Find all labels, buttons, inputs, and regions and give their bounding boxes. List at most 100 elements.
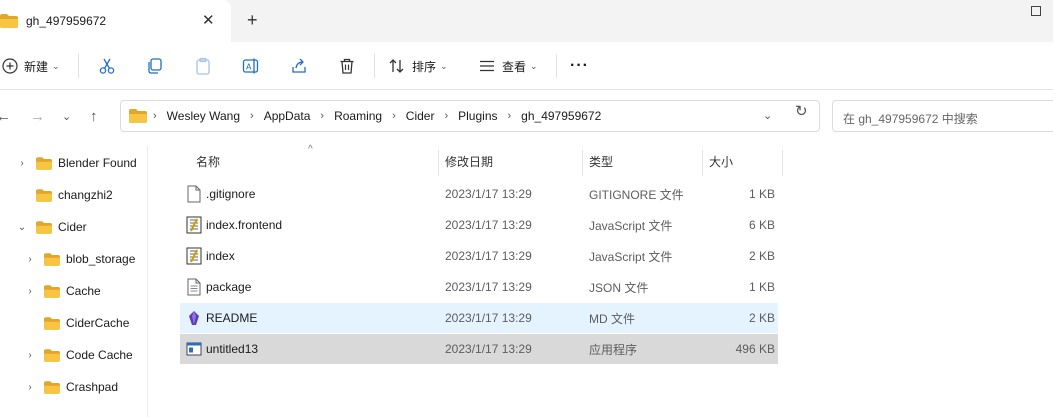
up-arrow-icon[interactable]: ↑ [90,108,98,125]
back-arrow-icon[interactable]: ← [0,108,11,125]
file-name-cell: .gitignore [186,179,255,209]
sidebar-item-label: Cache [66,284,101,298]
maximize-icon[interactable] [1031,6,1041,16]
tab-title: gh_497959672 [26,14,107,28]
column-divider[interactable] [782,150,783,176]
sidebar-item-label: CiderCache [66,316,130,330]
file-type: JavaScript 文件 [589,249,673,264]
address-bar[interactable]: › Wesley Wang › AppData › Roaming › Cide… [120,100,820,132]
new-button[interactable]: 新建 ⌄ [2,54,60,78]
trash-icon [340,58,354,74]
file-row[interactable]: index 2023/1/17 13:29 JavaScript 文件 2 KB [180,241,778,271]
address-dropdown-chevron-icon[interactable]: ⌄ [763,109,772,122]
navigation-pane: › Blender Found changzhi2 ⌄ Cider › blob… [0,146,148,417]
close-tab-icon[interactable]: ✕ [202,11,215,29]
list-view-icon [480,60,494,72]
breadcrumb-item[interactable]: Roaming [334,109,382,123]
sidebar-item-blob-storage[interactable]: › blob_storage [24,247,135,271]
sidebar-item-blender-found[interactable]: › Blender Found [16,151,136,175]
blank-file-icon [187,185,201,203]
file-row[interactable]: untitled13 2023/1/17 13:29 应用程序 496 KB [180,334,778,364]
folder-icon [36,188,52,202]
file-type: 应用程序 [589,342,638,357]
breadcrumb-separator: › [392,110,396,122]
scissors-icon [99,58,115,74]
column-header-name[interactable]: 名称 [196,146,220,176]
column-divider[interactable] [582,150,583,176]
folder-icon [44,348,60,362]
breadcrumb-item[interactable]: Plugins [458,109,497,123]
sort-arrows-icon [389,59,404,73]
folder-icon [44,252,60,266]
folder-icon [36,156,52,170]
tab-current-folder[interactable]: gh_497959672 ✕ [0,0,231,42]
sidebar-item-cider[interactable]: ⌄ Cider [16,215,87,239]
application-icon [186,342,202,356]
file-size: 1 KB [748,280,775,294]
chevron-down-icon[interactable]: ⌄ [16,222,28,233]
delete-button[interactable] [338,54,356,78]
breadcrumb-item[interactable]: Cider [406,109,435,123]
search-box[interactable]: 在 gh_497959672 中搜索 [832,100,1053,132]
sidebar-item-crashpad[interactable]: › Crashpad [24,375,118,399]
file-date: 2023/1/17 13:29 [445,218,532,232]
sidebar-item-code-cache[interactable]: › Code Cache [24,343,133,367]
file-date: 2023/1/17 13:29 [445,342,532,356]
column-divider[interactable] [438,150,439,176]
file-row[interactable]: README 2023/1/17 13:29 MD 文件 2 KB [180,303,778,333]
search-input[interactable]: 在 gh_497959672 中搜索 [843,110,978,127]
file-name: index [206,249,235,263]
chevron-right-icon[interactable]: › [24,382,36,393]
sidebar-item-cache[interactable]: › Cache [24,279,101,303]
sidebar-item-label: changzhi2 [58,188,113,202]
sort-button[interactable]: 排序 ⌄ [388,54,448,78]
cut-button[interactable] [98,54,116,78]
view-button[interactable]: 查看 ⌄ [478,54,538,78]
toolbar-divider [556,54,557,78]
column-header-size[interactable]: 大小 [709,146,733,176]
file-name-cell: index [186,241,235,271]
file-name: untitled13 [206,342,259,356]
sidebar-item-changzhi2[interactable]: changzhi2 [16,183,113,207]
chevron-right-icon[interactable]: › [24,254,36,265]
sidebar-item-cidercache[interactable]: CiderCache [24,311,129,335]
file-date: 2023/1/17 13:29 [445,249,532,263]
file-size: 496 KB [735,342,775,356]
share-button[interactable] [290,54,308,78]
file-size: 1 KB [748,187,775,201]
copy-button[interactable] [146,54,164,78]
file-type: JSON 文件 [589,280,649,295]
more-options-button[interactable]: ··· [570,54,589,78]
file-row[interactable]: index.frontend 2023/1/17 13:29 JavaScrip… [180,210,778,240]
file-row[interactable]: .gitignore 2023/1/17 13:29 GITIGNORE 文件 … [180,179,778,209]
folder-icon [36,220,52,234]
file-size: 2 KB [748,249,775,263]
chevron-right-icon[interactable]: › [24,286,36,297]
recent-locations-chevron-icon[interactable]: ⌄ [62,110,71,123]
sidebar-item-label: Cider [58,220,87,234]
sidebar-item-label: blob_storage [66,252,136,266]
rename-button[interactable]: A [242,54,260,78]
column-header-type[interactable]: 类型 [589,146,613,176]
chevron-down-icon: ⌄ [52,60,60,71]
chevron-down-icon: ⌄ [440,60,448,71]
sidebar-item-label: Crashpad [66,380,119,394]
folder-icon [44,380,60,394]
chevron-down-icon: ⌄ [530,60,538,71]
chevron-right-icon[interactable]: › [24,350,36,361]
new-tab-button[interactable]: + [247,10,258,31]
chevron-right-icon[interactable]: › [16,158,28,169]
breadcrumb: › Wesley Wang › AppData › Roaming › Cide… [153,101,601,131]
column-header-date[interactable]: 修改日期 [445,146,493,176]
forward-arrow-icon[interactable]: → [30,108,45,125]
breadcrumb-item[interactable]: Wesley Wang [167,109,240,123]
column-divider[interactable] [702,150,703,176]
breadcrumb-item[interactable]: gh_497959672 [521,109,601,123]
sidebar-item-label: Code Cache [66,348,133,362]
paste-button[interactable] [194,54,212,78]
breadcrumb-item[interactable]: AppData [264,109,311,123]
file-row[interactable]: package 2023/1/17 13:29 JSON 文件 1 KB [180,272,778,302]
file-name: index.frontend [206,218,283,232]
refresh-icon[interactable]: ↻ [795,102,808,120]
breadcrumb-separator: › [444,110,449,122]
